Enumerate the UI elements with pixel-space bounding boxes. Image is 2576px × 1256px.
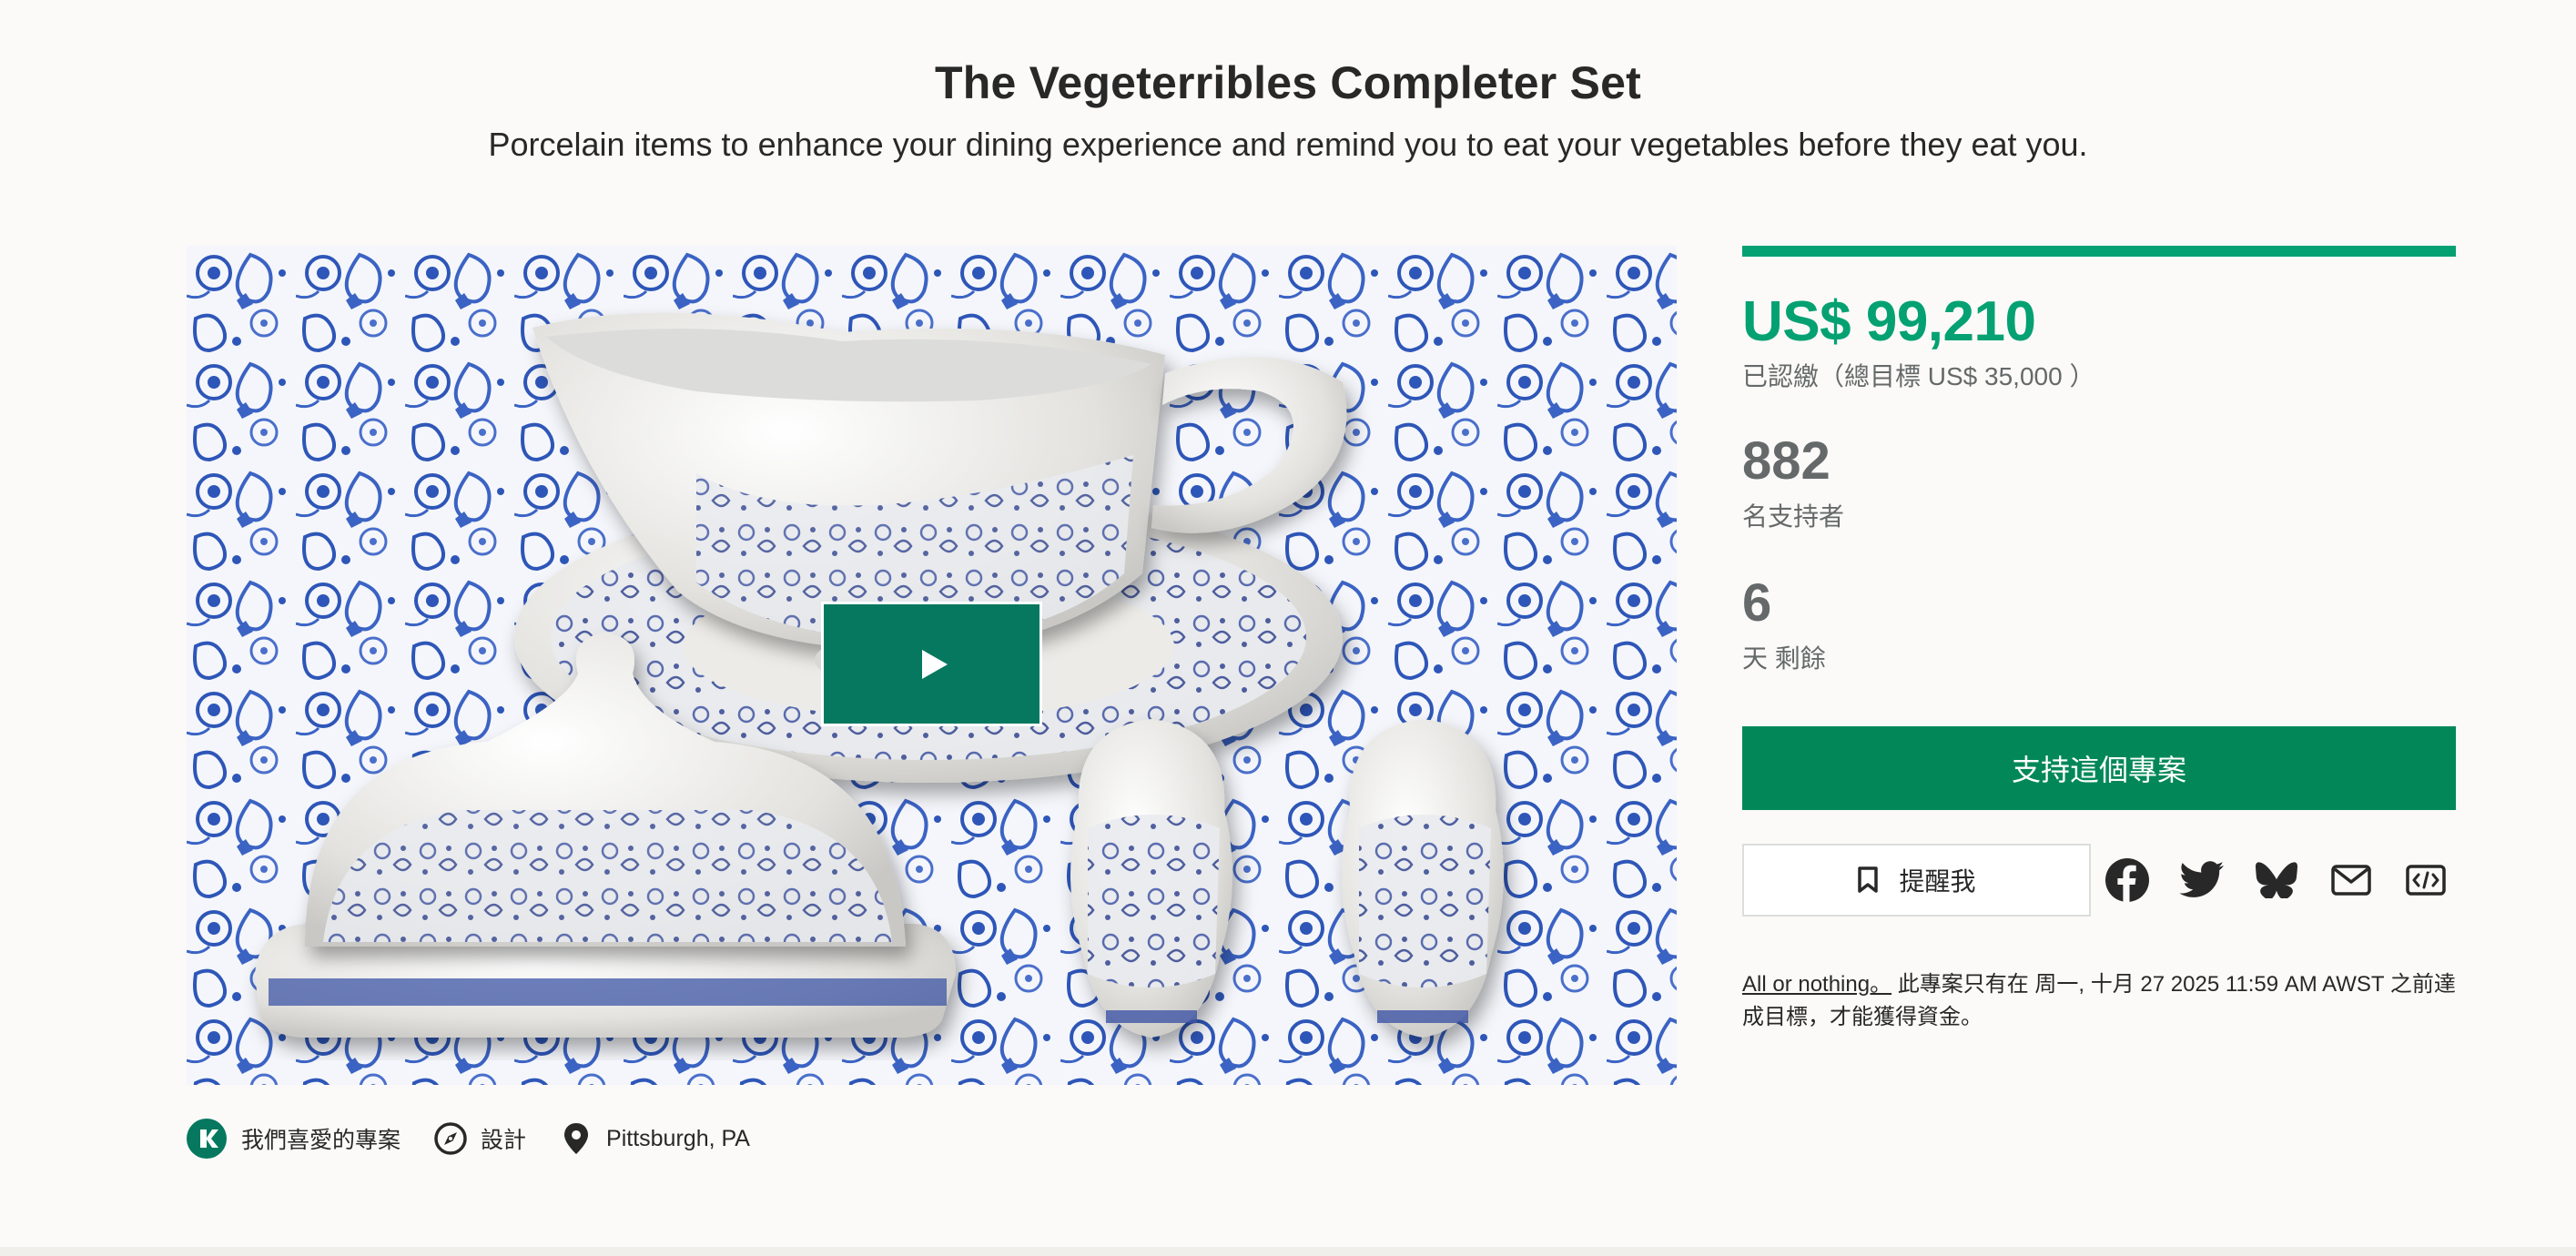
funding-terms-note: All or nothing。 此專案只有在 周一, 十月 27 2025 11…	[1742, 968, 2456, 1034]
play-icon	[921, 649, 948, 679]
facebook-icon[interactable]	[2104, 857, 2150, 903]
tag-category[interactable]: 設計	[433, 1121, 526, 1156]
bluesky-icon[interactable]	[2254, 857, 2299, 903]
play-video-button[interactable]	[821, 602, 1042, 726]
embed-icon[interactable]	[2403, 857, 2449, 903]
tag-projects-we-love[interactable]: 我們喜愛的專案	[187, 1119, 401, 1159]
tag-location[interactable]: Pittsburgh, PA	[559, 1121, 750, 1156]
pledged-goal-label: 已認繳（總目標 US$ 35,000 ）	[1742, 362, 2095, 390]
back-this-project-button[interactable]: 支持這個專案	[1742, 726, 2456, 810]
project-subtitle: Porcelain items to enhance your dining e…	[488, 126, 2088, 163]
funding-progress-bar	[1742, 246, 2456, 257]
email-icon[interactable]	[2328, 857, 2374, 903]
days-remaining-label: 天 剩餘	[1742, 644, 1826, 673]
all-or-nothing-link[interactable]: All or nothing。	[1742, 972, 1891, 997]
backers-count: 882	[1742, 431, 1831, 491]
compass-icon	[433, 1121, 468, 1156]
page-divider	[0, 1247, 2576, 1256]
remind-me-label: 提醒我	[1899, 867, 1976, 896]
funding-progress-fill	[1742, 246, 2456, 257]
location-pin-icon	[559, 1121, 593, 1156]
remind-me-button[interactable]: 提醒我	[1742, 844, 2091, 917]
kickstarter-logo-icon	[187, 1119, 227, 1159]
pledged-amount: US$ 99,210	[1742, 290, 2036, 353]
project-page: The Vegeterribles Completer Set Porcelai…	[0, 0, 2576, 1256]
twitter-icon[interactable]	[2179, 857, 2225, 903]
backers-label: 名支持者	[1742, 502, 1845, 531]
project-video[interactable]	[187, 246, 1677, 1085]
bookmark-icon	[1857, 866, 1879, 894]
project-tags: 我們喜愛的專案 設計 Pittsburgh, PA	[187, 1118, 783, 1160]
tag-label: 設計	[481, 1128, 527, 1153]
project-title: The Vegeterribles Completer Set	[935, 57, 1641, 108]
tag-label: 我們喜愛的專案	[241, 1128, 401, 1153]
days-remaining-count: 6	[1742, 573, 1772, 633]
tag-label: Pittsburgh, PA	[606, 1125, 750, 1151]
